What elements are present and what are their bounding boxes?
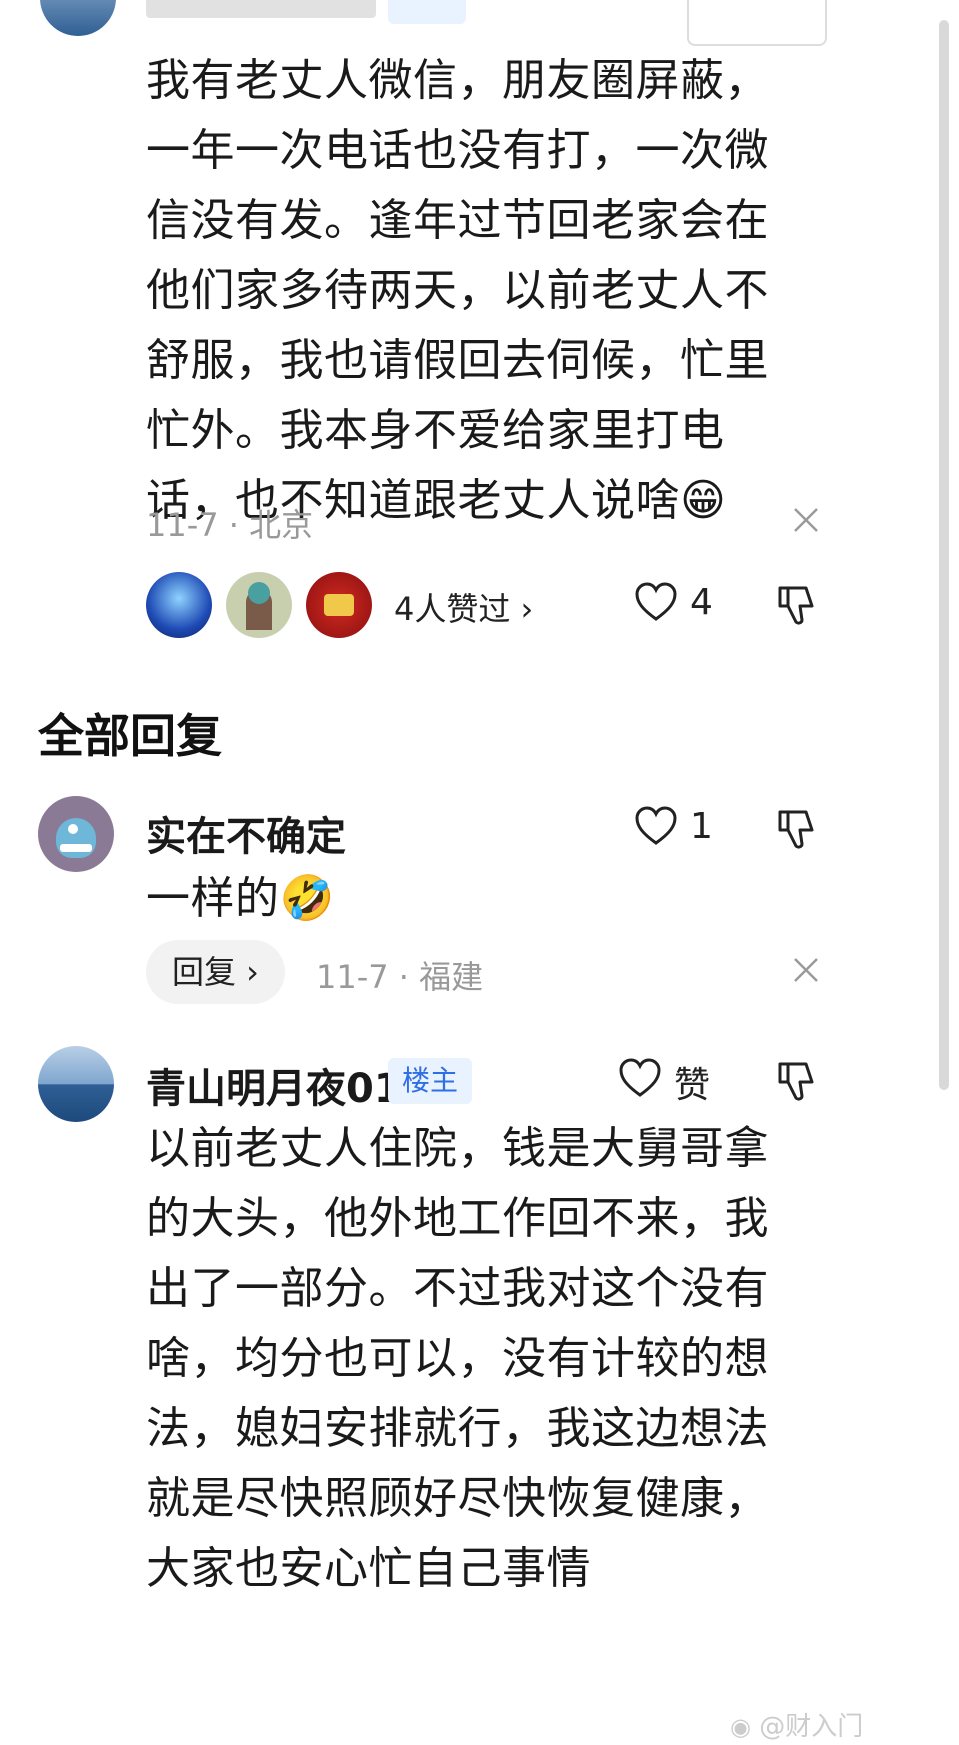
scrollbar[interactable]	[939, 20, 949, 1090]
reply-1-body: 一样的🤣	[146, 864, 335, 934]
reply-1-like-count: 1	[690, 806, 713, 847]
top-comment-meta: 11-7 · 北京	[146, 506, 314, 544]
reply-1-meta: 11-7 · 福建	[316, 958, 484, 996]
grin-emoji: 😁	[680, 475, 727, 526]
dislike-icon[interactable]	[776, 808, 818, 850]
liker-avatar-2[interactable]	[226, 572, 292, 638]
like-count: 4	[690, 582, 713, 623]
reply-2-avatar[interactable]	[38, 1046, 114, 1122]
reply-button[interactable]: 回复 ›	[146, 940, 285, 1004]
liker-avatar-3[interactable]	[306, 572, 372, 638]
dislike-icon[interactable]	[776, 584, 818, 626]
top-comment-body: 我有老丈人微信，朋友圈屏蔽，一年一次电话也没有打，一次微信没有发。逢年过节回老家…	[146, 46, 796, 536]
close-icon[interactable]	[792, 506, 820, 534]
weibo-icon: ◉	[730, 1713, 751, 1741]
op-badge: 楼主	[388, 1058, 473, 1104]
reply-2-body: 以前老丈人住院，钱是大舅哥拿的大头，他外地工作回不来，我出了一部分。不过我对这个…	[146, 1123, 769, 1594]
top-comment-text: 我有老丈人微信，朋友圈屏蔽，一年一次电话也没有打，一次微信没有发。逢年过节回老家…	[146, 55, 769, 526]
heart-icon[interactable]	[634, 582, 678, 622]
likers-link[interactable]: 4人赞过 ›	[394, 584, 533, 630]
reply-1-text: 一样的	[146, 873, 280, 924]
top-follow-button-cropped[interactable]	[687, 0, 827, 46]
reply-2-name[interactable]: 青山明月夜01	[146, 1056, 402, 1114]
reply-2-like-label[interactable]: 赞	[674, 1056, 710, 1108]
close-icon[interactable]	[792, 956, 820, 984]
heart-icon[interactable]	[618, 1058, 662, 1098]
watermark-text: @财入门	[759, 1712, 864, 1742]
rofl-emoji: 🤣	[279, 873, 335, 924]
reply-1-avatar[interactable]	[38, 796, 114, 872]
heart-icon[interactable]	[634, 806, 678, 846]
reply-1-name[interactable]: 实在不确定	[146, 804, 346, 862]
top-avatar-cropped[interactable]	[40, 0, 116, 36]
liker-avatar-1[interactable]	[146, 572, 212, 638]
dislike-icon[interactable]	[776, 1060, 818, 1102]
section-title: 全部回复	[38, 709, 222, 763]
top-badge-cropped	[388, 0, 466, 24]
watermark: ◉ @财入门	[730, 1706, 863, 1743]
top-name-cropped	[146, 0, 376, 18]
